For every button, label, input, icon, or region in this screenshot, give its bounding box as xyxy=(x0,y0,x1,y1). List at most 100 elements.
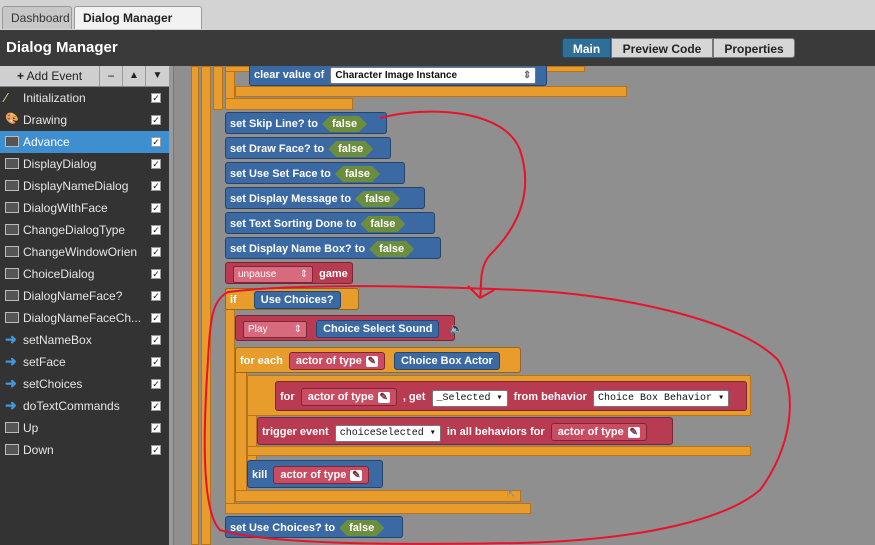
add-event-button[interactable]: + Add Event xyxy=(0,66,100,86)
sidebar-item-displaynamedialog[interactable]: DisplayNameDialog ✓ xyxy=(0,175,169,197)
if-use-choices-block[interactable]: if Use Choices? xyxy=(225,288,359,310)
set-display-message-block[interactable]: set Display Message to false xyxy=(225,187,425,209)
remove-event-button[interactable]: − xyxy=(100,66,123,86)
sidebar-item-setchoices[interactable]: ➜ setChoices ✓ xyxy=(0,373,169,395)
arrow-icon: ➜ xyxy=(5,397,17,413)
enabled-checkbox[interactable]: ✓ xyxy=(151,291,161,301)
false-literal[interactable]: false xyxy=(335,166,380,182)
use-choices-value[interactable]: Use Choices? xyxy=(253,291,341,309)
choice-select-sound-value[interactable]: Choice Select Sound xyxy=(316,320,440,338)
sidebar-item-choicedialog[interactable]: ChoiceDialog ✓ xyxy=(0,263,169,285)
canvas-edge xyxy=(169,66,174,545)
sidebar-item-advance[interactable]: Advance ✓ xyxy=(0,131,169,153)
event-list: ⁄ Initialization ✓ 🎨 Drawing ✓ Advance ✓ Display… xyxy=(0,87,169,461)
enabled-checkbox[interactable]: ✓ xyxy=(151,159,161,169)
sidebar-item-label: doTextCommands xyxy=(23,399,120,413)
move-down-button[interactable]: ▼ xyxy=(146,66,169,86)
play-sound-block[interactable]: Play ⇕ Choice Select Sound 🔈 xyxy=(235,315,463,341)
tab-dialog-manager-label: Dialog Manager xyxy=(83,11,173,25)
sidebar-item-dotextcommands[interactable]: ➜ doTextCommands ✓ xyxy=(0,395,169,417)
set-draw-face-block[interactable]: set Draw Face? to false xyxy=(225,137,391,159)
event-frame-inner-2 xyxy=(213,66,223,110)
add-event-label: Add Event xyxy=(26,69,83,83)
pause-mode-label: unpause xyxy=(238,269,277,280)
false-literal[interactable]: false xyxy=(339,520,384,536)
palette-icon: 🎨 xyxy=(5,113,19,125)
edit-icon: ✎ xyxy=(377,391,390,403)
sidebar-item-label: DisplayNameDialog xyxy=(23,179,129,193)
enabled-checkbox[interactable]: ✓ xyxy=(151,181,161,191)
sidebar-item-dialognameface[interactable]: DialogNameFace? ✓ xyxy=(0,285,169,307)
trigger-event-block[interactable]: trigger event choiceSelected ▾ in all be… xyxy=(257,417,673,445)
false-literal[interactable]: false xyxy=(360,216,405,232)
enabled-checkbox[interactable]: ✓ xyxy=(151,225,161,235)
sidebar-item-dialognamefacech[interactable]: DialogNameFaceCh... ✓ xyxy=(0,307,169,329)
for-each-block[interactable]: for each actor of type ✎ Choice Box Actor xyxy=(235,347,521,373)
sound-action-dropdown[interactable]: Play ⇕ xyxy=(243,321,307,338)
attribute-name-dropdown[interactable]: _Selected ▾ xyxy=(431,390,508,407)
false-literal[interactable]: false xyxy=(369,241,414,257)
enabled-checkbox[interactable]: ✓ xyxy=(151,335,161,345)
enabled-checkbox[interactable]: ✓ xyxy=(151,137,161,147)
unpause-game-block[interactable]: unpause ⇕ game xyxy=(225,262,353,284)
sidebar-item-changedialogtype[interactable]: ChangeDialogType ✓ xyxy=(0,219,169,241)
preview-code-button[interactable]: Preview Code xyxy=(611,38,713,58)
enabled-checkbox[interactable]: ✓ xyxy=(151,115,161,125)
scene-icon xyxy=(5,136,19,147)
event-name-dropdown[interactable]: choiceSelected ▾ xyxy=(334,425,441,442)
enabled-checkbox[interactable]: ✓ xyxy=(151,203,161,213)
sidebar-item-label: DisplayDialog xyxy=(23,157,97,171)
enabled-checkbox[interactable]: ✓ xyxy=(151,357,161,367)
enabled-checkbox[interactable]: ✓ xyxy=(151,379,161,389)
actor-of-type-value[interactable]: actor of type ✎ xyxy=(273,466,370,484)
edit-icon: ✎ xyxy=(627,426,640,438)
enabled-checkbox[interactable]: ✓ xyxy=(151,93,161,103)
for-get-block[interactable]: for actor of type ✎ , get _Selected ▾ fro… xyxy=(275,381,747,411)
kill-block[interactable]: kill actor of type ✎ xyxy=(247,460,383,488)
properties-button[interactable]: Properties xyxy=(713,38,795,58)
set-use-choices-block[interactable]: set Use Choices? to false xyxy=(225,516,403,538)
in-all-behaviors-label: in all behaviors for xyxy=(446,426,545,438)
sidebar-item-label: Advance xyxy=(23,135,70,149)
enabled-checkbox[interactable]: ✓ xyxy=(151,423,161,433)
choice-box-actor-value[interactable]: Choice Box Actor xyxy=(393,352,500,370)
sidebar-item-up[interactable]: Up ✓ xyxy=(0,417,169,439)
behavior-dropdown[interactable]: Choice Box Behavior ▾ xyxy=(593,390,730,407)
move-up-button[interactable]: ▲ xyxy=(123,66,146,86)
enabled-checkbox[interactable]: ✓ xyxy=(151,445,161,455)
set-skip-line-block[interactable]: set Skip Line? to false xyxy=(225,112,387,134)
arrow-icon: ➜ xyxy=(5,331,17,347)
sidebar-item-setface[interactable]: ➜ setFace ✓ xyxy=(0,351,169,373)
sidebar-item-dialogwithface[interactable]: DialogWithFace ✓ xyxy=(0,197,169,219)
set-use-set-face-block[interactable]: set Use Set Face to false xyxy=(225,162,405,184)
enabled-checkbox[interactable]: ✓ xyxy=(151,269,161,279)
enabled-checkbox[interactable]: ✓ xyxy=(151,313,161,323)
pause-mode-dropdown[interactable]: unpause ⇕ xyxy=(233,266,313,283)
sidebar-item-drawing[interactable]: 🎨 Drawing ✓ xyxy=(0,109,169,131)
false-literal[interactable]: false xyxy=(355,191,400,207)
edit-icon: ✎ xyxy=(350,469,363,481)
false-literal[interactable]: false xyxy=(322,116,367,132)
tab-dialog-manager[interactable]: Dialog Manager ✕ xyxy=(74,6,202,48)
attribute-dropdown[interactable]: Character Image Instance ⇕ xyxy=(330,67,537,84)
if-label: if xyxy=(230,294,237,306)
enabled-checkbox[interactable]: ✓ xyxy=(151,401,161,411)
sidebar-item-displaydialog[interactable]: DisplayDialog ✓ xyxy=(0,153,169,175)
actor-of-type-value[interactable]: actor of type ✎ xyxy=(300,388,397,406)
enabled-checkbox[interactable]: ✓ xyxy=(151,247,161,257)
sidebar-item-initialization[interactable]: ⁄ Initialization ✓ xyxy=(0,87,169,109)
main-view-button[interactable]: Main xyxy=(562,38,611,58)
set-display-name-box-block[interactable]: set Display Name Box? to false xyxy=(225,237,441,259)
tab-dashboard[interactable]: Dashboard xyxy=(2,6,72,29)
sidebar-item-setnamebox[interactable]: ➜ setNameBox ✓ xyxy=(0,329,169,351)
sidebar-item-label: setChoices xyxy=(23,377,83,391)
sidebar-item-down[interactable]: Down ✓ xyxy=(0,439,169,461)
set-text-sorting-done-block[interactable]: set Text Sorting Done to false xyxy=(225,212,435,234)
collapse-icon[interactable]: ⇱ xyxy=(507,489,515,500)
clear-value-block[interactable]: clear value of Character Image Instance ⇕ xyxy=(249,66,547,86)
sidebar-item-changewindoworien[interactable]: ChangeWindowOrien ✓ xyxy=(0,241,169,263)
event-name-label: choiceSelected xyxy=(339,428,424,439)
false-literal[interactable]: false xyxy=(328,141,373,157)
actor-of-type-value[interactable]: actor of type ✎ xyxy=(550,423,647,441)
actor-of-type-value[interactable]: actor of type ✎ xyxy=(288,352,385,370)
